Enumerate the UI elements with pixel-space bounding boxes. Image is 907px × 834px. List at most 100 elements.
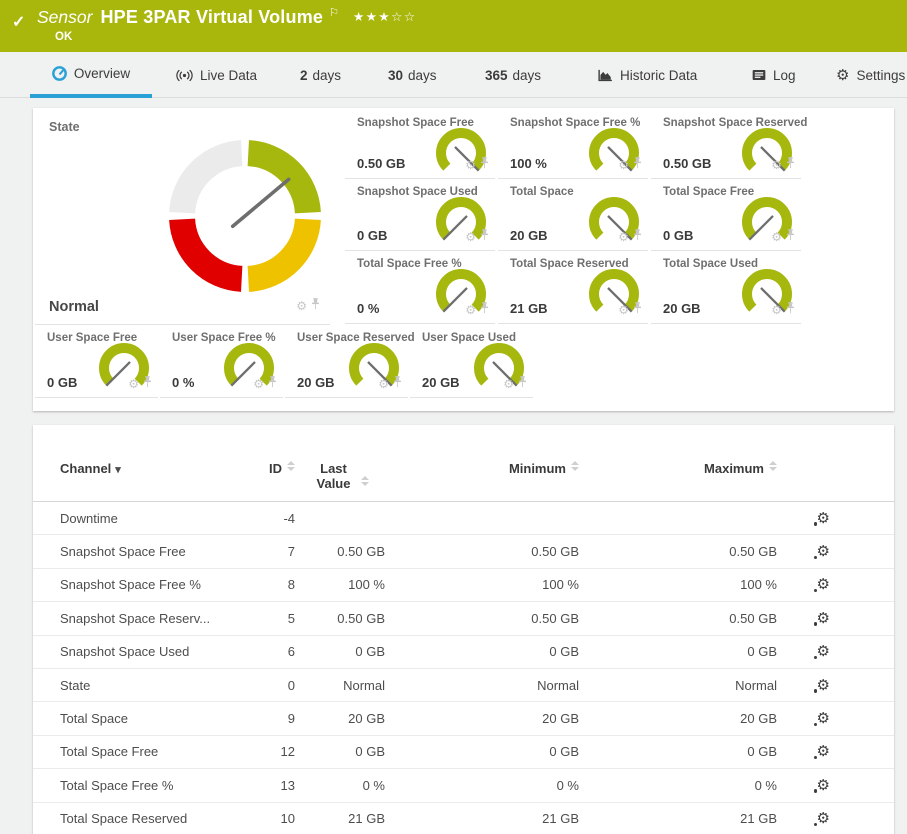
gear-icon[interactable]: ⚙ [618,159,629,171]
channel-name: Snapshot Space Used [60,644,245,659]
tab-label: Settings [856,68,905,83]
channel-row-total-space-free[interactable]: Total Space Free %130 %0 %0 %⚙ [33,769,894,802]
channel-row-state[interactable]: State0NormalNormalNormal⚙ [33,669,894,702]
gear-icon[interactable]: ⚙ [128,378,139,390]
pin-icon[interactable] [786,228,795,246]
pin-icon[interactable] [518,375,527,393]
channel-settings-gear-icon[interactable]: ⚙ [817,778,830,793]
channel-row-total-space-free[interactable]: Total Space Free120 GB0 GB0 GB⚙ [33,736,894,769]
tab-label: days [408,68,437,83]
channel-settings-gear-icon[interactable]: ⚙ [817,511,830,526]
channel-minimum: 0.50 GB [385,544,579,559]
channel-minimum: 100 % [385,577,579,592]
table-body: Downtime-4⚙Snapshot Space Free70.50 GB0.… [33,502,894,834]
tab-2-days[interactable]: 2days [300,52,341,98]
tab-overview[interactable]: Overview [30,52,152,98]
pin-icon[interactable] [786,156,795,174]
gear-icon[interactable]: ⚙ [465,304,476,316]
gauge-card-user-space-used: User Space Used 20 GB⚙ [410,325,533,398]
gauge-value: 100 % [510,156,547,171]
tab-historic-data[interactable]: Historic Data [598,52,697,98]
channel-settings-gear-icon[interactable]: ⚙ [817,744,830,759]
pin-icon[interactable] [393,375,402,393]
priority-stars[interactable]: ★★★☆☆ [353,9,417,24]
pin-icon[interactable] [480,301,489,319]
column-label: Last Value [312,461,356,491]
pin-icon[interactable] [633,156,642,174]
pin-icon[interactable] [143,375,152,393]
channel-id: 8 [245,577,295,592]
column-header-maximum[interactable]: Maximum [579,461,777,476]
gauge-value: 0 GB [663,228,693,243]
tab-30-days[interactable]: 30days [388,52,437,98]
channel-settings-gear-icon[interactable]: ⚙ [817,577,830,592]
gauge-card-actions: ⚙ [771,156,795,174]
channel-last-value: 0 GB [295,644,385,659]
sort-icon[interactable] [769,461,777,471]
gear-icon[interactable]: ⚙ [378,378,389,390]
tab-label-number: 365 [485,68,508,83]
gear-icon[interactable]: ⚙ [296,300,307,312]
gauge-card-total-space-reserved: Total Space Reserved 21 GB⚙ [498,251,648,324]
channel-row-snapshot-space-free[interactable]: Snapshot Space Free70.50 GB0.50 GB0.50 G… [33,535,894,568]
pin-icon[interactable] [311,297,320,315]
channel-id: 12 [245,744,295,759]
table-header-row: Channel▾ID Last Value MinimumMaximum [33,425,894,502]
channel-row-snapshot-space-used[interactable]: Snapshot Space Used60 GB0 GB0 GB⚙ [33,636,894,669]
gauge-card-actions: ⚙ [128,375,152,393]
gear-icon[interactable]: ⚙ [253,378,264,390]
pin-icon[interactable] [786,301,795,319]
pin-icon[interactable] [633,301,642,319]
pin-icon[interactable] [268,375,277,393]
channel-maximum: 0 % [579,778,777,793]
column-header-last-value[interactable]: Last Value [295,461,385,491]
tab-log[interactable]: Log [752,52,796,98]
sensor-status-badge: OK [55,31,72,43]
channel-settings-gear-icon[interactable]: ⚙ [817,644,830,659]
tab-live-data[interactable]: Live Data [176,52,257,98]
sort-icon[interactable] [571,461,579,471]
gear-icon[interactable]: ⚙ [771,159,782,171]
gauge-card-user-space-free: User Space Free % 0 %⚙ [160,325,283,398]
gauge-value: 20 GB [663,301,701,316]
channel-name: Snapshot Space Free % [60,577,245,592]
gauge-arc [739,123,795,184]
channel-row-snapshot-space-reserv[interactable]: Snapshot Space Reserv...50.50 GB0.50 GB0… [33,602,894,635]
column-header-minimum[interactable]: Minimum [385,461,579,476]
channel-settings-gear-icon[interactable]: ⚙ [817,544,830,559]
gear-icon[interactable]: ⚙ [618,231,629,243]
pin-icon[interactable] [633,228,642,246]
channel-settings-gear-icon[interactable]: ⚙ [817,711,830,726]
gear-icon[interactable]: ⚙ [465,159,476,171]
channel-row-downtime[interactable]: Downtime-4⚙ [33,502,894,535]
gear-icon[interactable]: ⚙ [465,231,476,243]
gear-icon[interactable]: ⚙ [618,304,629,316]
gear-icon[interactable]: ⚙ [771,231,782,243]
channel-settings-gear-icon[interactable]: ⚙ [817,611,830,626]
gear-icon[interactable]: ⚙ [771,304,782,316]
area-chart-icon [598,68,613,82]
channel-minimum: 0.50 GB [385,611,579,626]
tab-365-days[interactable]: 365days [485,52,541,98]
pin-icon[interactable] [480,228,489,246]
channel-row-total-space-reserved[interactable]: Total Space Reserved1021 GB21 GB21 GB⚙ [33,803,894,834]
sort-icon[interactable] [361,476,369,486]
channel-id: 10 [245,811,295,826]
overview-panel: State Normal ⚙ Snapshot Space Free 0.50 … [33,108,894,411]
channel-last-value: 0 GB [295,744,385,759]
pin-icon[interactable] [480,156,489,174]
gauge-card-user-space-reserved: User Space Reserved 20 GB⚙ [285,325,408,398]
sort-icon[interactable] [287,461,295,471]
gauge-arc [433,123,489,184]
flag-icon[interactable]: ⚐ [329,6,339,19]
channel-settings-gear-icon[interactable]: ⚙ [817,678,830,693]
channel-row-snapshot-space-free[interactable]: Snapshot Space Free %8100 %100 %100 %⚙ [33,569,894,602]
column-header-id[interactable]: ID [245,461,295,476]
column-header-channel[interactable]: Channel▾ [60,461,245,478]
channel-settings-gear-icon[interactable]: ⚙ [817,811,830,826]
channel-last-value: 21 GB [295,811,385,826]
channel-row-total-space[interactable]: Total Space920 GB20 GB20 GB⚙ [33,702,894,735]
gear-icon[interactable]: ⚙ [503,378,514,390]
channel-name: State [60,678,245,693]
tab-settings[interactable]: ⚙Settings [836,52,905,98]
